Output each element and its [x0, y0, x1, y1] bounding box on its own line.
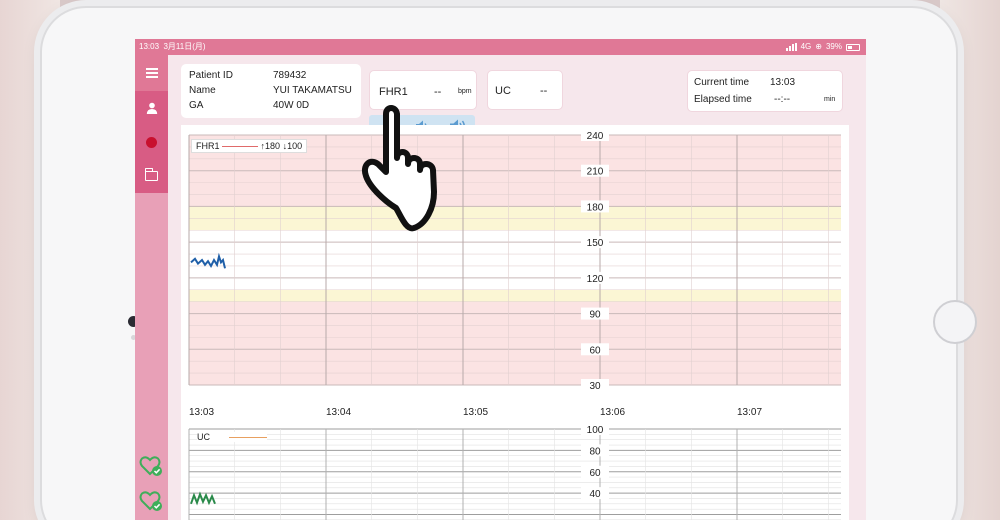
- fhr-tick-label: 240: [587, 131, 604, 142]
- menu-button[interactable]: [135, 55, 168, 91]
- gestational-age-value: 40W 0D: [273, 100, 310, 111]
- fhr-band: [189, 301, 841, 385]
- network-label: 4G: [800, 42, 812, 51]
- fhr1-unit: bpm: [458, 88, 472, 95]
- fhr-band: [189, 289, 841, 302]
- status-bar: 13:03 3月11日(月) 4G ⊕ 39%: [135, 39, 866, 55]
- time-axis: 13:03 13:04 13:05 13:06 13:07: [181, 399, 849, 425]
- elapsed-time-unit: min: [824, 96, 836, 103]
- time-tick: 13:07: [737, 407, 763, 418]
- fhr-tick-label: 210: [587, 167, 604, 178]
- battery-percent: 39%: [825, 42, 842, 51]
- heart-check-icon: [139, 456, 162, 476]
- time-tick: 13:03: [189, 407, 215, 418]
- uc-chart-panel: 100 80 60 40 UC: [181, 425, 849, 520]
- status-datetime: 13:03 3月11日(月): [139, 39, 206, 55]
- uc-tick-label: 40: [589, 489, 601, 500]
- patient-name-label: Name: [189, 85, 216, 96]
- patient-name-value: YUI TAKAMATSU: [273, 85, 352, 96]
- fhr-tick-label: 180: [587, 202, 604, 213]
- elapsed-time-label: Elapsed time: [694, 94, 752, 105]
- uc-tick-label: 80: [589, 446, 601, 457]
- uc-readout[interactable]: UC --: [487, 70, 563, 110]
- fhr-tick-label: 30: [589, 381, 601, 392]
- current-time-label: Current time: [694, 77, 750, 88]
- current-time-value: 13:03: [770, 77, 796, 88]
- orientation-lock-icon: ⊕: [815, 42, 822, 51]
- patient-id-value: 789432: [273, 70, 307, 81]
- uc-chart[interactable]: 100 80 60 40: [181, 425, 849, 520]
- hand-pointer-icon: [362, 105, 437, 232]
- gestational-age-label: GA: [189, 100, 204, 111]
- fhr-tick-label: 120: [587, 274, 604, 285]
- files-button[interactable]: [135, 159, 168, 193]
- person-icon: [146, 102, 157, 114]
- uc-legend-name: UC: [197, 432, 210, 442]
- fhr-legend-range: ↑180 ↓100: [260, 141, 303, 151]
- patient-id-label: Patient ID: [189, 70, 233, 81]
- fhr-legend-name: FHR1: [196, 141, 220, 151]
- fhr-legend: FHR1 ↑180 ↓100: [191, 139, 308, 153]
- fhr-tick-label: 60: [589, 345, 601, 356]
- fhr-band: [189, 230, 841, 290]
- uc-legend: UC: [197, 432, 267, 442]
- patient-button[interactable]: [135, 91, 168, 125]
- patient-info-card: Patient ID 789432 Name YUI TAKAMATSU GA …: [181, 64, 361, 118]
- status-time: 13:03: [139, 42, 160, 51]
- uc-tick-label: 100: [587, 425, 604, 436]
- time-panel: Current time 13:03 Elapsed time --:-- mi…: [687, 70, 843, 112]
- uc-label: UC: [495, 85, 511, 97]
- battery-icon: [846, 43, 860, 51]
- app-screen: 13:03 3月11日(月) 4G ⊕ 39% Patient ID 78943…: [135, 39, 866, 520]
- uc-tick-label: 60: [589, 468, 601, 479]
- folder-icon: [144, 168, 158, 181]
- record-button[interactable]: [135, 125, 168, 159]
- status-date: 3月11日(月): [163, 42, 206, 51]
- status-indicators: 4G ⊕ 39%: [785, 39, 860, 55]
- time-tick: 13:04: [326, 407, 352, 418]
- record-icon: [146, 136, 157, 148]
- fhr-legend-line: [222, 146, 259, 148]
- fhr-chart[interactable]: 240 210 180 150 120 90 60 30: [181, 125, 849, 399]
- uc-value: --: [540, 85, 548, 97]
- fhr-chart-panel: 240 210 180 150 120 90 60 30 FHR1 ↑180 ↓100: [181, 125, 849, 399]
- fhr-tick-label: 90: [589, 310, 601, 321]
- heart-check-icon: [139, 491, 162, 511]
- elapsed-time-value: --:--: [774, 94, 791, 105]
- menu-icon: [145, 68, 158, 78]
- signal-icon: [785, 43, 797, 51]
- sidebar: [135, 55, 168, 520]
- uc-legend-line: [228, 437, 267, 439]
- fhr-tick-label: 150: [587, 238, 604, 249]
- uc-trace: [190, 491, 216, 506]
- time-tick: 13:06: [600, 407, 626, 418]
- home-button[interactable]: [933, 300, 977, 344]
- time-tick: 13:05: [463, 407, 489, 418]
